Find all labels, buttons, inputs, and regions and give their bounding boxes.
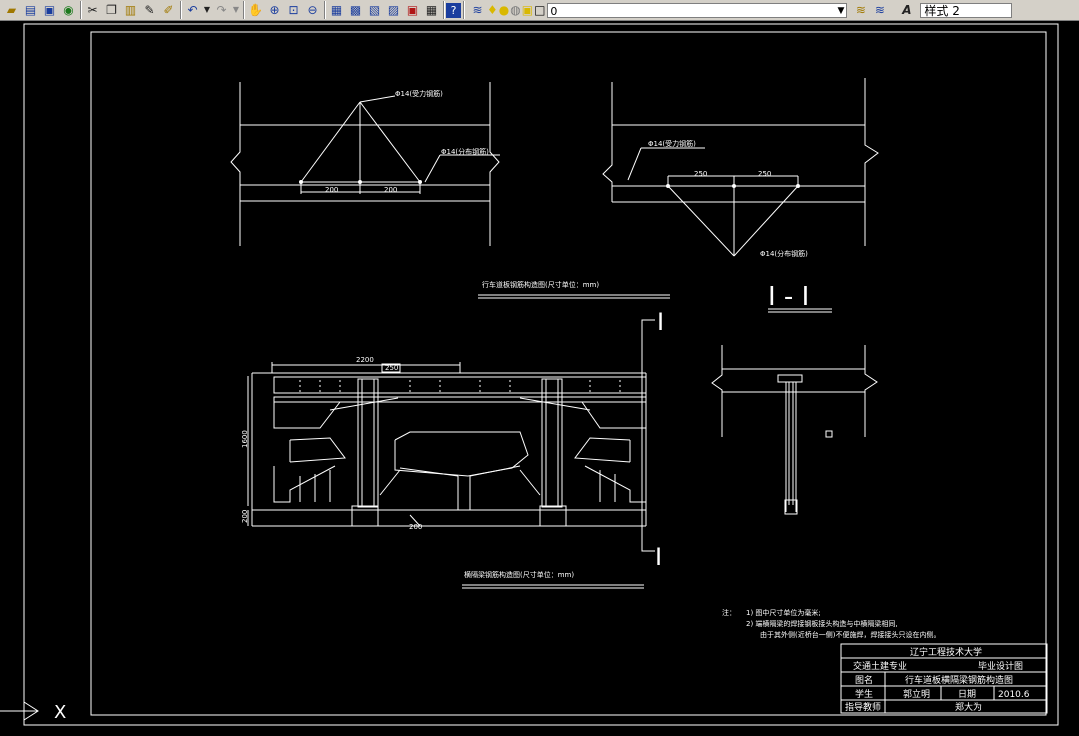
- style-tools: A 样式 2: [895, 1, 1014, 19]
- make-current-layer-icon[interactable]: ≋: [851, 1, 870, 19]
- title-block-student-name: 郭立明: [903, 688, 930, 700]
- title-block-major: 交通土建专业: [853, 660, 907, 672]
- zoom-previous-icon[interactable]: ⊖: [303, 1, 322, 19]
- match-properties-icon[interactable]: ✎: [140, 1, 159, 19]
- title-block-date-value: 2010.6: [998, 690, 1030, 700]
- preview-icon[interactable]: ▣: [40, 1, 59, 19]
- section-detail: [711, 345, 878, 515]
- file-tools: ▰ ▤ ▣ ◉: [0, 1, 81, 19]
- lock-icon: ▣: [521, 3, 534, 17]
- folder-icon[interactable]: ▰: [2, 1, 21, 19]
- notes-line-1: 1) 图中尺寸单位为毫米;: [746, 608, 821, 617]
- pan-icon[interactable]: ✋: [246, 1, 265, 19]
- beam-elevation: [247, 362, 647, 527]
- viewport-freeze-icon: ◍: [510, 3, 521, 17]
- undo-icon[interactable]: ↶: [183, 1, 202, 19]
- left-dist-rebar-label: Φ14(分布钢筋): [441, 147, 489, 156]
- title-block-drawing-label: 图名: [855, 674, 873, 686]
- drawing-canvas[interactable]: Φ14(受力钢筋) Φ14(分布钢筋) 200 200 Φ14(受力钢筋) Φ1…: [0, 21, 1079, 736]
- ucs-x-label: X: [54, 702, 66, 723]
- layer-state-icons: ♦ ● ◍ ▣ □: [487, 3, 545, 17]
- undo-tools: ↶ ▼ ↷ ▼: [181, 1, 244, 19]
- deck-detail-left: [230, 82, 500, 246]
- section-title: I - I: [768, 282, 809, 312]
- title-block-drawing-name: 行车道板横隔梁钢筋构造图: [905, 674, 1013, 686]
- left-dim-b: 200: [384, 186, 397, 194]
- section-cut-line: [641, 319, 655, 552]
- edit-tools: ✂ ❐ ▥ ✎ ✐: [81, 1, 181, 19]
- right-dist-rebar-label: Φ14(分布钢筋): [760, 249, 808, 258]
- view-tools: ✋ ⊕ ⊡ ⊖: [244, 1, 325, 19]
- left-force-rebar-label: Φ14(受力钢筋): [395, 89, 443, 98]
- layer-manager-icon[interactable]: ≋: [468, 1, 487, 19]
- beam-base-dim: 200: [241, 510, 249, 523]
- properties-icon[interactable]: ▦: [327, 1, 346, 19]
- zoom-window-icon[interactable]: ⊡: [284, 1, 303, 19]
- text-style-name: 样式 2: [924, 3, 960, 18]
- redo-dropdown-icon[interactable]: ▼: [231, 1, 241, 19]
- undo-dropdown-icon[interactable]: ▼: [202, 1, 212, 19]
- title-block-date-label: 日期: [958, 689, 976, 700]
- beam-width-dim: 2200: [356, 356, 374, 364]
- calculator-icon[interactable]: ▦: [422, 1, 441, 19]
- sun-icon: ●: [498, 3, 510, 17]
- cut-icon[interactable]: ✂: [83, 1, 102, 19]
- copy-icon[interactable]: ❐: [102, 1, 121, 19]
- cut-mark-top: I: [657, 308, 664, 336]
- tool-palette-icon[interactable]: ▧: [365, 1, 384, 19]
- right-force-rebar-label: Φ14(受力钢筋): [648, 139, 696, 148]
- design-center-icon[interactable]: ▩: [346, 1, 365, 19]
- layer-previous-icon[interactable]: ≋: [870, 1, 889, 19]
- right-dim-b: 250: [758, 170, 771, 178]
- help-icon[interactable]: ?: [446, 2, 461, 18]
- text-style-icon[interactable]: A: [897, 1, 916, 19]
- beam-height-dim: 1600: [241, 430, 249, 448]
- beam-bottom-dim: 200: [409, 523, 422, 531]
- title-block-student-label: 学生: [855, 688, 873, 700]
- title-block-school: 辽宁工程技术大学: [910, 646, 982, 658]
- layer-name: 0: [550, 4, 558, 18]
- notes-prefix: 注：: [722, 608, 736, 617]
- zoom-realtime-icon[interactable]: ⊕: [265, 1, 284, 19]
- layer-dropdown[interactable]: 0 ▼: [547, 2, 848, 18]
- deck-drawing-title: 行车道板钢筋构造图(尺寸单位：mm): [482, 280, 599, 289]
- brush-icon[interactable]: ✐: [159, 1, 178, 19]
- redo-icon[interactable]: ↷: [212, 1, 231, 19]
- left-dim-a: 200: [325, 186, 338, 194]
- light-bulb-icon: ♦: [487, 3, 498, 17]
- notes-line-2: 2) 端横隔梁的焊接钢板接头构造与中横隔梁相同,: [746, 619, 898, 628]
- title-block-advisor-label: 指导教师: [845, 701, 881, 713]
- beam-inner-dim: 250: [385, 364, 398, 372]
- print-icon[interactable]: ▤: [21, 1, 40, 19]
- color-square-icon: □: [534, 3, 546, 17]
- sheet-outer-frame: [23, 23, 1059, 726]
- chevron-down-icon: ▼: [837, 5, 845, 16]
- layer-control: ≋ ♦ ● ◍ ▣ □ 0 ▼ ≋ ≋: [468, 2, 889, 18]
- markup-icon[interactable]: ▣: [403, 1, 422, 19]
- standard-toolbar: ▰ ▤ ▣ ◉ ✂ ❐ ▥ ✎ ✐ ↶ ▼ ↷ ▼ ✋ ⊕ ⊡ ⊖ ▦ ▩ ▧ …: [0, 0, 1079, 21]
- help-tools: ?: [444, 1, 464, 19]
- beam-drawing-title: 横隔梁钢筋构造图(尺寸单位：mm): [464, 570, 574, 579]
- text-style-dropdown[interactable]: 样式 2: [920, 2, 1013, 18]
- publish-icon[interactable]: ◉: [59, 1, 78, 19]
- paste-icon[interactable]: ▥: [121, 1, 140, 19]
- sheet-set-icon[interactable]: ▨: [384, 1, 403, 19]
- palette-tools: ▦ ▩ ▧ ▨ ▣ ▦: [325, 1, 444, 19]
- notes-line-3: 由于其外侧(近桥台一侧)不便施焊，焊接接头只设在内侧。: [760, 630, 940, 639]
- ucs-icon: [0, 701, 39, 721]
- cut-mark-bottom: I: [655, 543, 662, 571]
- title-block-design-type: 毕业设计图: [978, 660, 1023, 672]
- deck-detail-right: [602, 78, 879, 257]
- title-block-advisor-name: 郑大为: [955, 701, 982, 713]
- cad-drawing: Φ14(受力钢筋) Φ14(分布钢筋) 200 200 Φ14(受力钢筋) Φ1…: [0, 23, 1059, 726]
- right-dim-a: 250: [694, 170, 707, 178]
